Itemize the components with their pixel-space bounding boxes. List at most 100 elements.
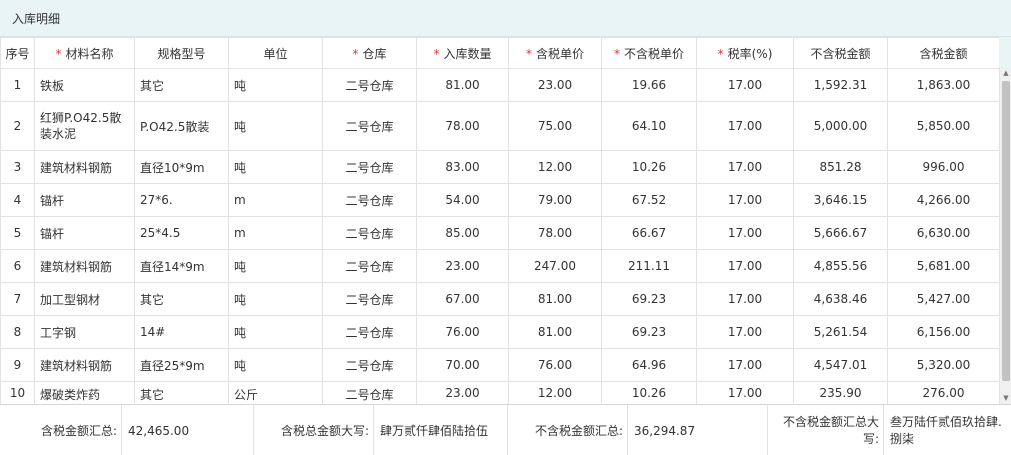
row-index-cell[interactable]: 5 (0, 216, 35, 250)
unit-price-tax-cell[interactable]: 75.00 (508, 101, 602, 151)
tax-rate-cell[interactable]: 17.00 (696, 68, 794, 102)
spec-model-cell[interactable]: 直径25*9m (134, 348, 229, 382)
quantity-cell[interactable]: 67.00 (416, 282, 509, 316)
unit-cell[interactable]: 吨 (228, 315, 323, 349)
unit-price-tax-cell[interactable]: 81.00 (508, 282, 602, 316)
tax-rate-cell[interactable]: 17.00 (696, 150, 794, 184)
amount-notax-cell[interactable]: 4,855.56 (793, 249, 888, 283)
column-header[interactable]: 含税金额 (887, 37, 1000, 69)
column-header[interactable]: * 入库数量 (416, 37, 509, 69)
amount-tax-cell[interactable]: 1,863.00 (887, 68, 1000, 102)
warehouse-cell[interactable]: 二号仓库 (322, 101, 417, 151)
table-row[interactable]: 1 铁板 其它吨二号仓库 81.00 23.00 19.66 17.00 1,592.31 1,… (0, 68, 1000, 102)
row-index-cell[interactable]: 6 (0, 249, 35, 283)
amount-notax-cell[interactable]: 235.90 (793, 381, 888, 404)
unit-price-notax-cell[interactable]: 66.67 (601, 216, 697, 250)
row-index-cell[interactable]: 9 (0, 348, 35, 382)
unit-price-tax-cell[interactable]: 81.00 (508, 315, 602, 349)
amount-tax-cell[interactable]: 4,266.00 (887, 183, 1000, 217)
spec-model-cell[interactable]: 其它 (134, 381, 229, 404)
amount-tax-cell[interactable]: 5,850.00 (887, 101, 1000, 151)
amount-tax-cell[interactable]: 5,681.00 (887, 249, 1000, 283)
unit-cell[interactable]: 吨 (228, 249, 323, 283)
amount-tax-cell[interactable]: 5,320.00 (887, 348, 1000, 382)
quantity-cell[interactable]: 81.00 (416, 68, 509, 102)
table-row[interactable]: 2 红狮P.O42.5散装水泥 P.O42.5散装吨二号仓库 78.00 75.00 64… (0, 101, 1000, 151)
warehouse-cell[interactable]: 二号仓库 (322, 249, 417, 283)
quantity-cell[interactable]: 83.00 (416, 150, 509, 184)
row-index-cell[interactable]: 8 (0, 315, 35, 349)
vertical-scrollbar[interactable]: ▲ ▼ (999, 67, 1011, 404)
tax-rate-cell[interactable]: 17.00 (696, 282, 794, 316)
material-name-cell[interactable]: 锚杆 (34, 216, 135, 250)
unit-price-tax-cell[interactable]: 12.00 (508, 381, 602, 404)
tax-rate-cell[interactable]: 17.00 (696, 249, 794, 283)
unit-cell[interactable]: 公斤 (228, 381, 323, 404)
unit-price-notax-cell[interactable]: 69.23 (601, 282, 697, 316)
table-row[interactable]: 4 锚杆 27*6. m 二号仓库 54.00 79.00 67.52 17.00 3,646.1… (0, 183, 1000, 217)
table-row[interactable]: 5 锚杆 25*4.5 m 二号仓库 85.00 78.00 66.67 17.00 5,666.… (0, 216, 1000, 250)
unit-price-notax-cell[interactable]: 10.26 (601, 381, 697, 404)
warehouse-cell[interactable]: 二号仓库 (322, 183, 417, 217)
amount-notax-cell[interactable]: 5,261.54 (793, 315, 888, 349)
column-header[interactable]: * 材料名称 (34, 37, 135, 69)
amount-tax-cell[interactable]: 5,427.00 (887, 282, 1000, 316)
quantity-cell[interactable]: 54.00 (416, 183, 509, 217)
unit-cell[interactable]: m (228, 183, 323, 217)
warehouse-cell[interactable]: 二号仓库 (322, 68, 417, 102)
spec-model-cell[interactable]: 其它 (134, 282, 229, 316)
amount-tax-cell[interactable]: 996.00 (887, 150, 1000, 184)
unit-price-notax-cell[interactable]: 19.66 (601, 68, 697, 102)
spec-model-cell[interactable]: P.O42.5散装 (134, 101, 229, 151)
unit-price-tax-cell[interactable]: 247.00 (508, 249, 602, 283)
unit-cell[interactable]: 吨 (228, 348, 323, 382)
scrollbar-thumb[interactable] (1002, 81, 1010, 381)
amount-tax-cell[interactable]: 276.00 (887, 381, 1000, 404)
table-row[interactable]: 3 建筑材料钢筋 直径10*9m 吨二号仓库 83.00 12.00 10.26 17.00 8… (0, 150, 1000, 184)
unit-cell[interactable]: m (228, 216, 323, 250)
amount-notax-cell[interactable]: 1,592.31 (793, 68, 888, 102)
unit-cell[interactable]: 吨 (228, 150, 323, 184)
row-index-cell[interactable]: 10 (0, 381, 35, 404)
quantity-cell[interactable]: 85.00 (416, 216, 509, 250)
tax-rate-cell[interactable]: 17.00 (696, 348, 794, 382)
material-name-cell[interactable]: 锚杆 (34, 183, 135, 217)
quantity-cell[interactable]: 23.00 (416, 249, 509, 283)
warehouse-cell[interactable]: 二号仓库 (322, 150, 417, 184)
unit-price-tax-cell[interactable]: 78.00 (508, 216, 602, 250)
unit-cell[interactable]: 吨 (228, 101, 323, 151)
table-row[interactable]: 10 爆破类炸药 其它 公斤 二号仓库 23.00 12.00 10.26 17.00 235.9… (0, 381, 1000, 404)
unit-price-notax-cell[interactable]: 64.96 (601, 348, 697, 382)
material-name-cell[interactable]: 铁板 (34, 68, 135, 102)
tax-rate-cell[interactable]: 17.00 (696, 216, 794, 250)
table-row[interactable]: 8 工字钢 14# 吨二号仓库 76.00 81.00 69.23 17.00 5,261.54… (0, 315, 1000, 349)
scroll-down-icon[interactable]: ▼ (1000, 392, 1011, 404)
warehouse-cell[interactable]: 二号仓库 (322, 216, 417, 250)
unit-cell[interactable]: 吨 (228, 68, 323, 102)
quantity-cell[interactable]: 76.00 (416, 315, 509, 349)
warehouse-cell[interactable]: 二号仓库 (322, 348, 417, 382)
amount-notax-cell[interactable]: 5,000.00 (793, 101, 888, 151)
column-header[interactable]: 单位 (228, 37, 323, 69)
spec-model-cell[interactable]: 25*4.5 (134, 216, 229, 250)
row-index-cell[interactable]: 4 (0, 183, 35, 217)
tax-rate-cell[interactable]: 17.00 (696, 183, 794, 217)
warehouse-cell[interactable]: 二号仓库 (322, 381, 417, 404)
table-row[interactable]: 9 建筑材料钢筋 直径25*9m 吨二号仓库 70.00 76.00 64.96 17.00 4… (0, 348, 1000, 382)
column-header[interactable]: * 含税单价 (508, 37, 602, 69)
row-index-cell[interactable]: 1 (0, 68, 35, 102)
tax-rate-cell[interactable]: 17.00 (696, 315, 794, 349)
table-row[interactable]: 6 建筑材料钢筋 直径14*9m 吨二号仓库 23.00 247.00 211.11 17.0… (0, 249, 1000, 283)
column-header[interactable]: * 仓库 (322, 37, 417, 69)
amount-notax-cell[interactable]: 4,547.01 (793, 348, 888, 382)
unit-price-notax-cell[interactable]: 67.52 (601, 183, 697, 217)
amount-notax-cell[interactable]: 4,638.46 (793, 282, 888, 316)
material-name-cell[interactable]: 建筑材料钢筋 (34, 249, 135, 283)
tax-rate-cell[interactable]: 17.00 (696, 101, 794, 151)
warehouse-cell[interactable]: 二号仓库 (322, 282, 417, 316)
amount-notax-cell[interactable]: 851.28 (793, 150, 888, 184)
unit-price-tax-cell[interactable]: 23.00 (508, 68, 602, 102)
column-header[interactable]: * 税率(%) (696, 37, 794, 69)
unit-price-tax-cell[interactable]: 79.00 (508, 183, 602, 217)
material-name-cell[interactable]: 红狮P.O42.5散装水泥 (34, 101, 135, 151)
